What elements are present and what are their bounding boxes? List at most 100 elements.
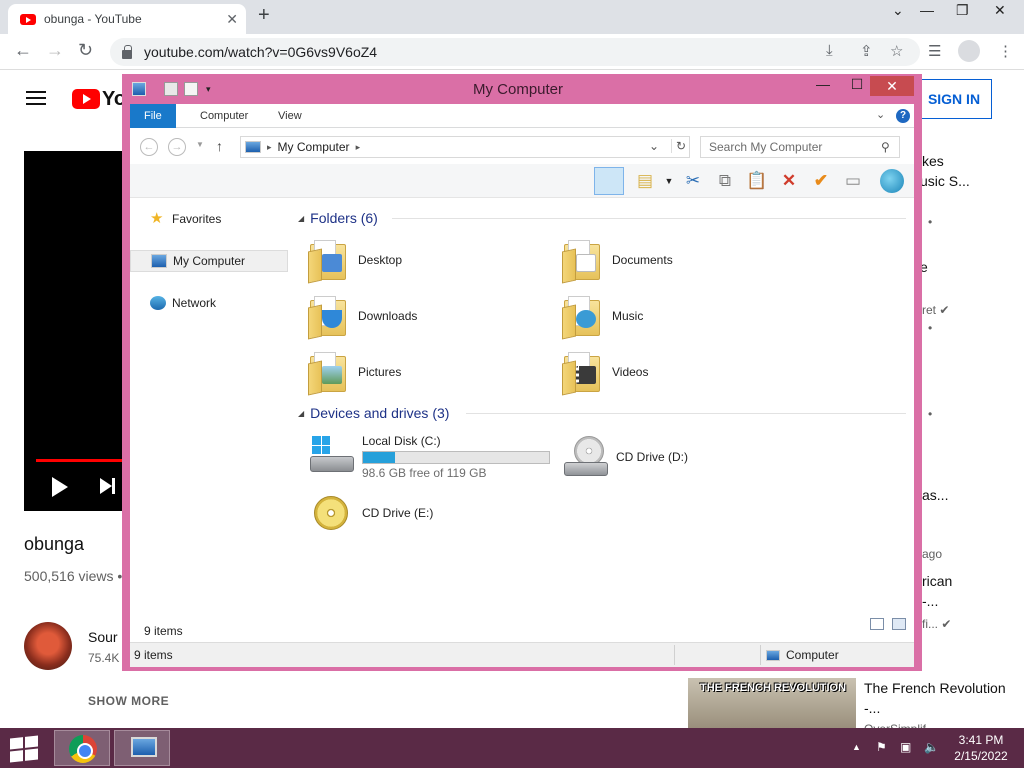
address-dropdown-icon[interactable]: ⌄ [649,139,659,153]
bookmark-star-icon[interactable]: ☆ [890,42,903,60]
tab-search-icon[interactable]: ⌄ [892,2,904,19]
action-center-flag-icon[interactable]: ⚑ [876,740,887,754]
search-input[interactable]: Search My Computer ⚲ [700,136,900,158]
back-icon[interactable]: ← [140,138,158,156]
breadcrumb-my-computer[interactable]: My Computer [278,140,350,154]
minimize-button[interactable]: — [808,76,838,96]
network-icon [150,296,166,310]
folder-music[interactable]: Music [562,290,802,342]
expand-ribbon-icon[interactable]: ⌄ [876,108,885,121]
folder-desktop[interactable]: Desktop [308,234,548,286]
back-button[interactable]: ← [14,40,32,61]
nav-item-label: Favorites [172,212,222,226]
help-icon[interactable]: ? [896,109,910,123]
video-progress-bar[interactable] [36,459,134,462]
address-bar[interactable]: youtube.com/watch?v=0G6vs9V6oZ4 [110,38,920,66]
status-divider [674,645,675,665]
folder-pictures[interactable]: Pictures [308,346,548,398]
rename-icon[interactable]: ▭ [842,170,864,192]
recent-locations-icon[interactable]: ▼ [196,140,204,149]
dropdown-icon[interactable]: ▼ [658,170,680,192]
tab-computer[interactable]: Computer [186,104,262,128]
install-app-icon[interactable]: ⤓ [826,42,833,59]
related-video-title[interactable]: usic S... [920,173,970,189]
cut-icon[interactable]: ✂ [682,170,704,192]
folder-options-icon[interactable]: ▤ [634,170,656,192]
profile-avatar-icon[interactable] [958,40,980,62]
folders-group-header[interactable]: ◢ Folders (6) [296,208,378,228]
breadcrumb-chevron-icon[interactable]: ▸ [356,142,361,153]
refresh-icon[interactable]: ↻ [671,139,686,153]
related-video-title[interactable]: kes [922,153,944,169]
paste-icon[interactable]: 📋 [746,170,768,192]
taskbar-explorer[interactable] [114,730,170,766]
share-icon[interactable]: ⇪ [860,42,873,60]
delete-icon[interactable]: ✕ [778,170,800,192]
show-more-button[interactable]: SHOW MORE [88,694,169,708]
folder-downloads[interactable]: Downloads [308,290,548,342]
start-button[interactable] [10,735,38,763]
youtube-logo-icon[interactable] [72,89,100,109]
folders-group-title: Folders (6) [310,210,378,226]
search-icon[interactable]: ⚲ [881,137,890,157]
up-icon[interactable]: ↑ [216,138,223,154]
large-icons-view-icon[interactable] [892,618,906,630]
globe-icon[interactable] [880,169,904,193]
hamburger-menu-icon[interactable] [26,91,46,105]
details-view-icon[interactable] [870,618,884,630]
browser-menu-icon[interactable]: ⋮ [998,42,1013,60]
drives-group-header[interactable]: ◢ Devices and drives (3) [296,403,449,423]
drive-e[interactable]: CD Drive (E:) [308,492,433,536]
related-video-thumbnail[interactable]: THE FRENCH REVOLUTION [688,678,856,728]
related-video-meta: fi... ✔ [922,617,952,631]
play-icon[interactable] [52,477,68,497]
media-control-icon[interactable]: ☰ [928,42,941,60]
reload-button[interactable]: ↻ [78,40,93,61]
address-box[interactable]: ▸ My Computer ▸ ⌄ ↻ [240,136,690,158]
close-button[interactable]: ✕ [870,76,914,96]
system-clock[interactable]: 3:41 PM 2/15/2022 [948,732,1014,764]
checkmark-icon[interactable]: ✔ [810,170,832,192]
related-video-title[interactable]: rican [922,573,952,589]
browser-tab[interactable]: obunga - YouTube ✕ [8,4,246,34]
folder-documents[interactable]: Documents [562,234,802,286]
explorer-titlebar[interactable]: ▾ My Computer — ☐ ✕ [122,74,922,104]
close-window-button[interactable]: ✕ [994,2,1006,19]
related-video-title[interactable]: -... [922,593,938,609]
volume-icon[interactable]: 🔈 [924,740,939,754]
collapse-arrow-icon[interactable]: ◢ [298,214,304,223]
drive-d[interactable]: CD Drive (D:) [562,436,688,480]
related-video-title[interactable]: as... [922,487,948,503]
collapse-arrow-icon[interactable]: ◢ [298,409,304,418]
drive-label: Local Disk (C:) [362,434,441,448]
tab-close-icon[interactable]: ✕ [226,11,238,28]
preview-pane-icon[interactable] [594,167,624,195]
forward-icon[interactable]: → [168,138,186,156]
folder-videos[interactable]: Videos [562,346,802,398]
copy-icon[interactable]: ⧉ [714,170,736,192]
channel-avatar[interactable] [24,622,72,670]
minimize-button[interactable]: — [920,2,934,18]
next-icon[interactable] [100,478,115,494]
video-player[interactable] [24,151,134,511]
pictures-folder-icon [308,350,348,396]
breadcrumb-chevron-icon[interactable]: ▸ [267,142,272,153]
disk-usage-fill [363,452,395,463]
forward-button[interactable]: → [46,40,64,61]
maximize-button[interactable]: ☐ [842,76,872,96]
taskbar: ▲ ⚑ ▣ 🔈 3:41 PM 2/15/2022 [0,728,1024,768]
sign-in-button[interactable]: SIGN IN [916,79,992,119]
nav-item-network[interactable]: Network [130,292,288,314]
drive-c[interactable]: Local Disk (C:) 98.6 GB free of 119 GB [308,434,550,480]
channel-name[interactable]: Sour [88,629,118,645]
tab-view[interactable]: View [264,104,316,128]
restore-button[interactable]: ❐ [956,2,969,19]
nav-item-my-computer[interactable]: My Computer [130,250,288,272]
nav-item-favorites[interactable]: ★ Favorites [130,208,288,230]
tab-file[interactable]: File [130,104,176,128]
network-icon[interactable]: ▣ [900,740,911,754]
status-location-label: Computer [786,648,839,662]
taskbar-chrome[interactable] [54,730,110,766]
show-hidden-icons-icon[interactable]: ▲ [852,742,861,752]
new-tab-button[interactable]: + [258,4,270,27]
